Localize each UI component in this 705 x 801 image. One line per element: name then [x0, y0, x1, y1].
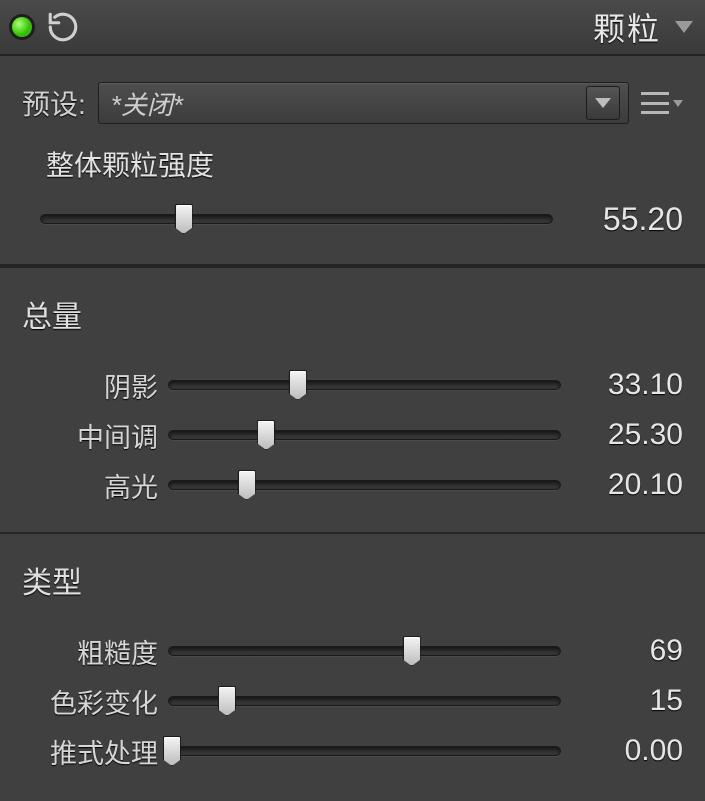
midtones-value[interactable]: 25.30 [561, 418, 683, 452]
preset-label: 预设: [22, 83, 86, 123]
chevron-down-icon [673, 100, 683, 107]
pushproc-row: 推式处理 0.00 [0, 726, 705, 776]
roughness-slider[interactable] [168, 636, 561, 666]
slider-thumb[interactable] [238, 470, 256, 500]
midtones-row: 中间调 25.30 [0, 410, 705, 460]
pushproc-label: 推式处理 [0, 732, 168, 771]
grain-panel: 颗粒 预设: *关闭* 整体颗粒强度 55.20 总量 [0, 0, 705, 798]
shadows-slider[interactable] [168, 370, 561, 400]
preset-menu-button[interactable] [641, 92, 683, 114]
type-section: 类型 粗糙度 69 色彩变化 15 推式处理 0.00 [0, 532, 705, 798]
slider-thumb[interactable] [218, 686, 236, 716]
overall-grain-label: 整体颗粒强度 [22, 144, 683, 194]
colorvar-row: 色彩变化 15 [0, 676, 705, 726]
preset-row: 预设: *关闭* [0, 56, 705, 130]
collapse-icon[interactable] [675, 21, 693, 33]
type-title: 类型 [0, 548, 705, 626]
colorvar-slider[interactable] [168, 686, 561, 716]
shadows-row: 阴影 33.10 [0, 360, 705, 410]
overall-grain-slider[interactable] [40, 204, 553, 234]
slider-thumb[interactable] [289, 370, 307, 400]
overall-grain-value[interactable]: 55.20 [553, 201, 683, 238]
midtones-slider[interactable] [168, 420, 561, 450]
roughness-row: 粗糙度 69 [0, 626, 705, 676]
slider-thumb[interactable] [403, 636, 421, 666]
pushproc-value[interactable]: 0.00 [561, 734, 683, 768]
reset-icon[interactable] [46, 10, 80, 44]
amount-title: 总量 [0, 282, 705, 360]
highlights-row: 高光 20.10 [0, 460, 705, 510]
roughness-label: 粗糙度 [0, 632, 168, 671]
menu-icon [641, 92, 669, 114]
chevron-down-icon [595, 98, 611, 108]
amount-section: 总量 阴影 33.10 中间调 25.30 高光 20.10 [0, 266, 705, 532]
highlights-slider[interactable] [168, 470, 561, 500]
colorvar-label: 色彩变化 [0, 682, 168, 721]
panel-header: 颗粒 [0, 0, 705, 56]
highlights-label: 高光 [0, 466, 168, 505]
preset-select[interactable]: *关闭* [98, 82, 629, 124]
preset-value: *关闭* [111, 85, 586, 122]
shadows-label: 阴影 [0, 366, 168, 405]
slider-thumb[interactable] [257, 420, 275, 450]
slider-thumb[interactable] [175, 204, 193, 234]
colorvar-value[interactable]: 15 [561, 684, 683, 718]
roughness-value[interactable]: 69 [561, 634, 683, 668]
shadows-value[interactable]: 33.10 [561, 368, 683, 402]
highlights-value[interactable]: 20.10 [561, 468, 683, 502]
preset-dropdown-button[interactable] [586, 86, 620, 120]
overall-grain-block: 整体颗粒强度 55.20 [0, 130, 705, 244]
panel-title: 颗粒 [593, 4, 661, 50]
enabled-indicator-icon[interactable] [12, 17, 32, 37]
midtones-label: 中间调 [0, 416, 168, 455]
pushproc-slider[interactable] [168, 736, 561, 766]
